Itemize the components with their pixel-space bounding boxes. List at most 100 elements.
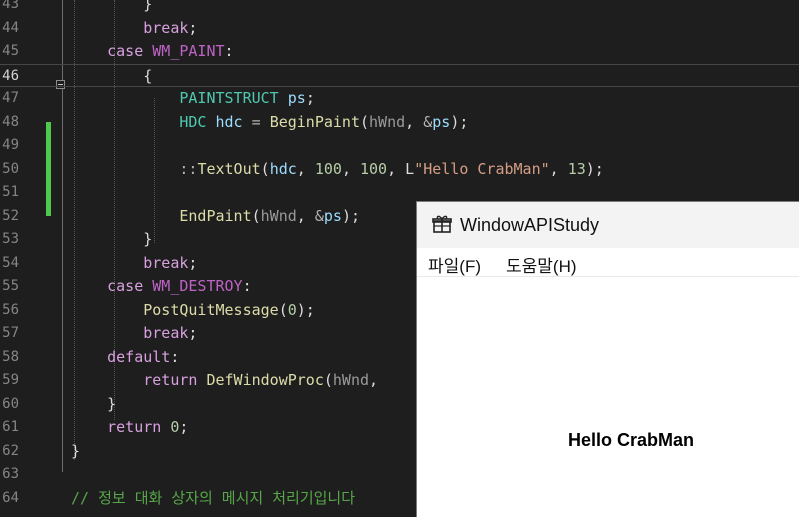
code-token: {: [71, 66, 153, 85]
code-text: break;: [71, 17, 197, 41]
code-text: break;: [71, 252, 197, 276]
code-token: ;: [179, 418, 189, 436]
code-token: );: [341, 206, 360, 225]
code-text: case WM_DESTROY:: [71, 275, 252, 299]
code-token: hWnd: [369, 112, 406, 131]
line-number: 54: [2, 254, 19, 271]
code-token: TextOut: [197, 159, 261, 178]
code-token: =: [251, 112, 261, 131]
code-token: default: [107, 347, 171, 366]
code-line[interactable]: 49: [0, 134, 799, 158]
code-line[interactable]: 50 ::TextOut(hdc, 100, 100, L"Hello Crab…: [0, 158, 799, 182]
menu-file[interactable]: 파일(F): [428, 252, 481, 277]
code-token: ;: [188, 18, 198, 37]
code-token: 100: [314, 159, 342, 178]
code-token: (: [260, 159, 270, 178]
line-number: 51: [2, 184, 19, 200]
code-token: ,: [296, 159, 315, 178]
line-number: 56: [2, 301, 19, 318]
code-token: (: [278, 300, 288, 319]
code-token: case: [107, 277, 144, 295]
code-line[interactable]: 46 {: [0, 63, 799, 89]
code-text: HDC hdc = BeginPaint(hWnd, &ps);: [71, 111, 468, 135]
code-token: PAINTSTRUCT: [179, 89, 279, 107]
code-token: WM_PAINT: [152, 42, 225, 60]
code-line[interactable]: 47 PAINTSTRUCT ps;: [0, 87, 799, 111]
code-line[interactable]: 43 }: [0, 0, 799, 17]
code-token: ,: [405, 112, 424, 131]
line-number: 47: [2, 90, 19, 106]
code-token: DefWindowProc: [206, 371, 324, 389]
app-window[interactable]: WindowAPIStudy 파일(F) 도움말(H) Hello CrabMa…: [416, 201, 799, 517]
code-token: }: [71, 0, 153, 13]
line-number: 55: [2, 278, 19, 294]
line-number: 52: [2, 207, 19, 224]
code-text: PAINTSTRUCT ps;: [71, 87, 314, 111]
code-token: break: [143, 253, 189, 272]
menu-bar: 파일(F) 도움말(H): [417, 248, 799, 277]
line-number: 43: [2, 0, 19, 12]
code-token: hWnd: [332, 371, 370, 389]
code-token: PostQuitMessage: [143, 300, 279, 319]
window-title: WindowAPIStudy: [460, 215, 600, 235]
line-number: 46: [2, 67, 19, 84]
code-token: L: [405, 159, 415, 178]
code-token: ,: [549, 159, 568, 178]
code-text: }: [71, 228, 152, 252]
code-text: }: [71, 440, 80, 464]
line-number: 63: [2, 466, 19, 482]
line-number: 64: [2, 489, 19, 506]
code-text: return DefWindowProc(hWnd,: [71, 369, 387, 393]
code-text: {: [71, 65, 152, 89]
code-token: 100: [360, 159, 388, 178]
code-token: ;: [188, 324, 198, 342]
code-token: case: [107, 42, 144, 60]
menu-help[interactable]: 도움말(H): [506, 252, 577, 277]
line-number: 50: [2, 160, 19, 177]
code-token: :: [224, 42, 234, 60]
code-token: ps: [432, 112, 451, 131]
code-token: 13: [567, 159, 586, 178]
code-line[interactable]: 45 case WM_PAINT:: [0, 40, 799, 64]
code-token: ,: [296, 206, 315, 225]
code-token: &: [423, 112, 433, 131]
code-token: hdc: [269, 159, 297, 178]
line-number: 60: [2, 395, 19, 412]
code-token: &: [314, 206, 324, 225]
code-token: hWnd: [260, 206, 297, 225]
line-number: 49: [2, 137, 19, 153]
code-text: PostQuitMessage(0);: [71, 299, 315, 323]
code-token: ps: [287, 89, 306, 107]
code-token: break: [143, 18, 189, 37]
code-token: ::: [179, 159, 198, 178]
line-number: 44: [2, 19, 19, 36]
code-token: ,: [387, 159, 406, 178]
code-text: EndPaint(hWnd, &ps);: [71, 205, 360, 229]
code-text: }: [71, 0, 152, 17]
code-token: break: [143, 324, 189, 342]
code-line[interactable]: 44 break;: [0, 17, 799, 41]
code-line[interactable]: 48 HDC hdc = BeginPaint(hWnd, &ps);: [0, 111, 799, 135]
code-token: EndPaint: [179, 206, 252, 225]
code-token: hdc: [215, 112, 243, 131]
code-token: "Hello CrabMan": [414, 159, 550, 178]
line-number: 61: [2, 419, 19, 435]
code-token: BeginPaint: [269, 112, 360, 131]
code-token: return: [107, 418, 162, 436]
title-bar[interactable]: WindowAPIStudy: [417, 202, 799, 248]
code-token: }: [71, 441, 81, 460]
